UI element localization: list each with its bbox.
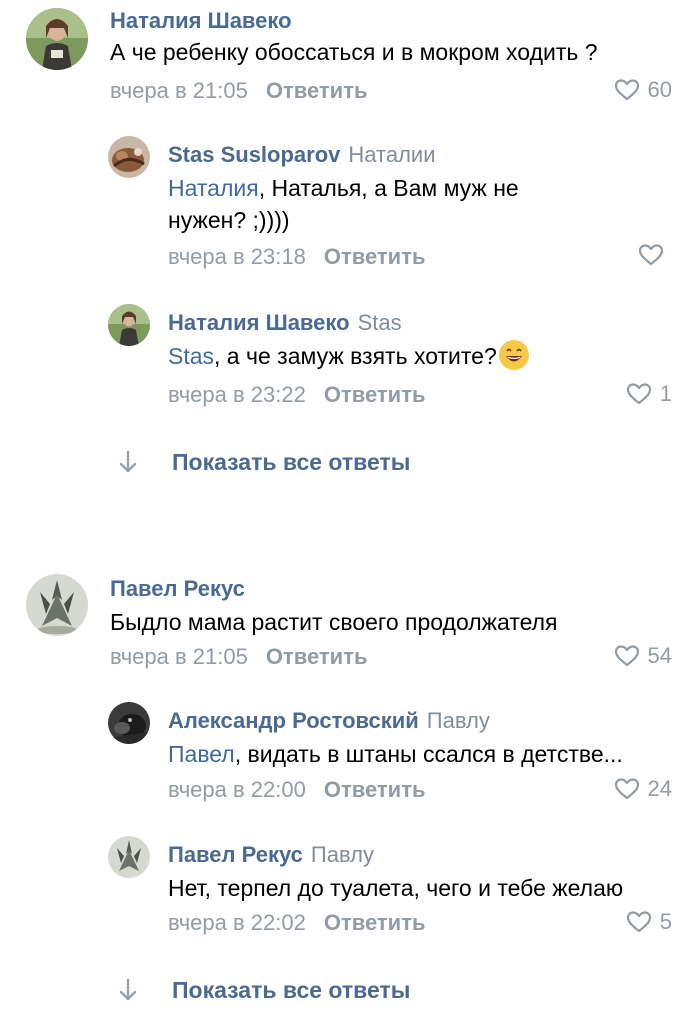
mention-link[interactable]: Наталия — [168, 175, 259, 201]
reply-text-body: , а че замуж взять хотите? — [214, 343, 497, 369]
heart-outline-icon — [614, 78, 640, 102]
smile-emoji-icon — [498, 340, 529, 370]
author-name[interactable]: Александр Ростовский — [168, 708, 419, 733]
reply-author: Павел Рекус Павлу — [168, 842, 374, 868]
reply-author: Наталия Шавеко Stas — [168, 310, 402, 336]
heart-outline-icon — [626, 382, 652, 406]
heart-outline-icon — [626, 910, 652, 934]
author-name[interactable]: Наталия Шавеко — [168, 310, 350, 335]
reply-date: вчера в 22:00 — [168, 777, 306, 802]
avatar[interactable] — [108, 304, 150, 346]
show-all-replies-button[interactable]: Показать все ответы — [0, 973, 700, 1013]
reply-text-body: , видать в штаны ссался в детстве... — [234, 741, 623, 767]
author-name[interactable]: Павел Рекус — [168, 842, 303, 867]
reply-to[interactable]: Наталии — [348, 142, 435, 167]
author-name[interactable]: Stas Susloparov — [168, 142, 340, 167]
reply-text-line2: нужен? ;)))) — [168, 207, 290, 233]
comment-author[interactable]: Наталия Шавеко — [110, 8, 292, 34]
reply-author: Stas Susloparov Наталии — [168, 142, 436, 168]
reply-text: Наталия, Наталья, а Вам муж не — [168, 172, 519, 204]
reply-button[interactable]: Ответить — [324, 244, 426, 269]
reply-meta: вчера в 22:00 Ответить — [168, 777, 426, 803]
reply-button[interactable]: Ответить — [324, 382, 426, 407]
like-button[interactable]: 54 — [614, 643, 672, 669]
like-count: 60 — [647, 77, 672, 102]
reply-text: Павел, видать в штаны ссался в детстве..… — [168, 738, 623, 770]
reply-text: Нет, терпел до туалета, чего и тебе жела… — [168, 875, 624, 901]
like-count: 1 — [659, 381, 672, 406]
reply-to[interactable]: Павлу — [311, 842, 374, 867]
reply-to[interactable]: Stas — [358, 310, 402, 335]
avatar[interactable] — [26, 574, 88, 636]
like-button[interactable]: 5 — [626, 909, 672, 935]
reply-date: вчера в 23:22 — [168, 382, 306, 407]
like-button[interactable]: 1 — [626, 381, 672, 407]
comment-text: А че ребенку обоссаться и в мокром ходит… — [110, 39, 598, 65]
reply-date: вчера в 22:02 — [168, 910, 306, 935]
comment-author[interactable]: Павел Рекус — [110, 576, 245, 602]
reply-button[interactable]: Ответить — [324, 777, 426, 802]
reply-text-line1: , Наталья, а Вам муж не — [258, 175, 519, 201]
heart-outline-icon — [614, 777, 640, 801]
show-all-label: Показать все ответы — [172, 449, 411, 475]
arrow-down-icon — [118, 977, 138, 1008]
avatar[interactable] — [26, 8, 88, 70]
like-button[interactable]: 60 — [614, 77, 672, 103]
reply-text: Stas, а че замуж взять хотите? — [168, 340, 529, 372]
comment: Павел Рекус Быдло мама растит своего про… — [0, 566, 700, 676]
comment: Наталия Шавеко А че ребенку обоссаться и… — [0, 0, 700, 110]
avatar[interactable] — [108, 136, 150, 178]
reply-button[interactable]: Ответить — [266, 644, 368, 669]
comment-date: вчера в 21:05 — [110, 644, 248, 669]
show-all-replies-button[interactable]: Показать все ответы — [0, 445, 700, 485]
like-count: 54 — [647, 643, 672, 668]
show-all-label: Показать все ответы — [172, 977, 411, 1003]
comment-text: Быдло мама растит своего продолжателя — [110, 609, 558, 635]
reply-meta: вчера в 22:02 Ответить — [168, 910, 426, 936]
avatar[interactable] — [108, 702, 150, 744]
reply-button[interactable]: Ответить — [266, 78, 368, 103]
reply-meta: вчера в 23:18 Ответить — [168, 244, 426, 270]
reply: Stas Susloparov Наталии Наталия, Наталья,… — [0, 130, 700, 270]
comment-meta: вчера в 21:05 Ответить — [110, 78, 368, 104]
comment-meta: вчера в 21:05 Ответить — [110, 644, 368, 670]
like-count: 5 — [659, 909, 672, 934]
like-button[interactable] — [638, 243, 672, 267]
reply-meta: вчера в 23:22 Ответить — [168, 382, 426, 408]
reply: Павел Рекус Павлу Нет, терпел до туалета,… — [0, 834, 700, 944]
mention-link[interactable]: Stas — [168, 343, 214, 369]
heart-outline-icon — [638, 243, 664, 267]
avatar[interactable] — [108, 836, 150, 878]
reply-button[interactable]: Ответить — [324, 910, 426, 935]
reply: Наталия Шавеко Stas Stas, а че замуж взят… — [0, 300, 700, 410]
arrow-down-icon — [118, 449, 138, 480]
reply: Александр Ростовский Павлу Павел, видать … — [0, 700, 700, 810]
like-count: 24 — [647, 776, 672, 801]
reply-author: Александр Ростовский Павлу — [168, 708, 490, 734]
heart-outline-icon — [614, 644, 640, 668]
mention-link[interactable]: Павел — [168, 741, 235, 767]
comment-date: вчера в 21:05 — [110, 78, 248, 103]
reply-date: вчера в 23:18 — [168, 244, 306, 269]
reply-to[interactable]: Павлу — [427, 708, 490, 733]
like-button[interactable]: 24 — [614, 776, 672, 802]
